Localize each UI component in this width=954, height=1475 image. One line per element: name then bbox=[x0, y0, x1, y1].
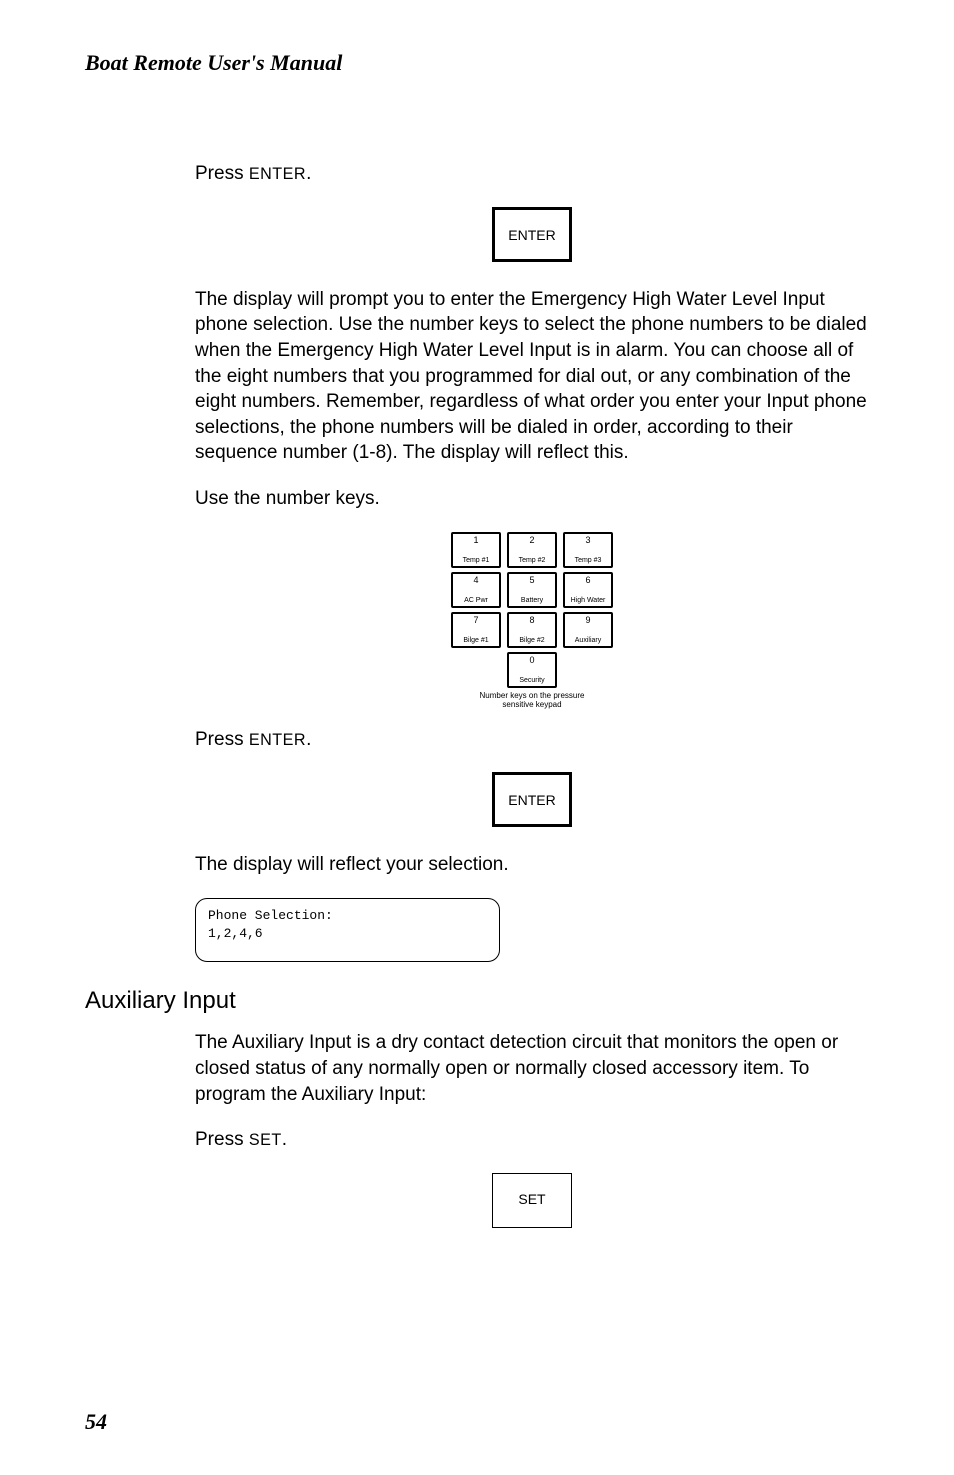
key-label: Temp #3 bbox=[565, 557, 611, 564]
keypad-row-1: 1 Temp #1 2 Temp #2 3 Temp #3 bbox=[451, 532, 613, 568]
lcd-line-2: 1,2,4,6 bbox=[208, 925, 487, 943]
key-6: 6 High Water bbox=[563, 572, 613, 608]
key-num: 4 bbox=[453, 576, 499, 585]
key-label: AC Pwr bbox=[453, 597, 499, 604]
key-name: SET bbox=[249, 1131, 282, 1149]
aux-content: The Auxiliary Input is a dry contact det… bbox=[195, 1030, 869, 1228]
key-9: 9 Auxiliary bbox=[563, 612, 613, 648]
key-label: Battery bbox=[509, 597, 555, 604]
key-name: ENTER bbox=[249, 165, 306, 183]
text: Press bbox=[195, 729, 249, 750]
keypad-row-3: 7 Bilge #1 8 Bilge #2 9 Auxiliary bbox=[451, 612, 613, 648]
key-num: 2 bbox=[509, 536, 555, 545]
text: Press bbox=[195, 163, 249, 184]
key-num: 7 bbox=[453, 616, 499, 625]
key-8: 8 Bilge #2 bbox=[507, 612, 557, 648]
lcd-line-1: Phone Selection: bbox=[208, 907, 487, 925]
press-enter-1: Press ENTER. bbox=[195, 161, 869, 187]
press-enter-2: Press ENTER. bbox=[195, 727, 869, 753]
page-number: 54 bbox=[85, 1409, 107, 1435]
key-5: 5 Battery bbox=[507, 572, 557, 608]
text: . bbox=[306, 729, 311, 750]
key-num: 6 bbox=[565, 576, 611, 585]
key-0: 0 Security bbox=[507, 652, 557, 688]
keypad-caption: Number keys on the pressure sensitive ke… bbox=[451, 692, 613, 710]
enter-button-graphic-1: ENTER bbox=[492, 207, 572, 262]
paragraph-emergency: The display will prompt you to enter the… bbox=[195, 287, 869, 466]
key-7: 7 Bilge #1 bbox=[451, 612, 501, 648]
key-num: 5 bbox=[509, 576, 555, 585]
use-number-keys: Use the number keys. bbox=[195, 486, 869, 512]
key-num: 9 bbox=[565, 616, 611, 625]
caption-line-2: sensitive keypad bbox=[502, 700, 561, 709]
page-header: Boat Remote User's Manual bbox=[85, 50, 869, 76]
caption-line-1: Number keys on the pressure bbox=[480, 691, 585, 700]
press-set: Press SET. bbox=[195, 1127, 869, 1153]
main-content: Press ENTER. ENTER The display will prom… bbox=[195, 161, 869, 962]
key-num: 1 bbox=[453, 536, 499, 545]
display-reflect: The display will reflect your selection. bbox=[195, 852, 869, 878]
section-auxiliary-input: Auxiliary Input bbox=[85, 987, 869, 1015]
lcd-display: Phone Selection: 1,2,4,6 bbox=[195, 898, 500, 962]
key-1: 1 Temp #1 bbox=[451, 532, 501, 568]
key-label: Temp #2 bbox=[509, 557, 555, 564]
keypad: 1 Temp #1 2 Temp #2 3 Temp #3 4 AC Pwr 5 Batt… bbox=[451, 532, 613, 710]
key-label: High Water bbox=[565, 597, 611, 604]
text: . bbox=[282, 1129, 287, 1150]
key-2: 2 Temp #2 bbox=[507, 532, 557, 568]
key-label: Bilge #1 bbox=[453, 637, 499, 644]
text: Press bbox=[195, 1129, 249, 1150]
keypad-figure: 1 Temp #1 2 Temp #2 3 Temp #3 4 AC Pwr 5 Batt… bbox=[195, 532, 869, 712]
key-label: Security bbox=[509, 677, 555, 684]
key-num: 0 bbox=[509, 656, 555, 665]
text: . bbox=[306, 163, 311, 184]
key-3: 3 Temp #3 bbox=[563, 532, 613, 568]
keypad-row-2: 4 AC Pwr 5 Battery 6 High Water bbox=[451, 572, 613, 608]
key-name: ENTER bbox=[249, 731, 306, 749]
key-num: 8 bbox=[509, 616, 555, 625]
set-button-graphic: SET bbox=[492, 1173, 572, 1228]
key-label: Bilge #2 bbox=[509, 637, 555, 644]
key-label: Temp #1 bbox=[453, 557, 499, 564]
key-label: Auxiliary bbox=[565, 637, 611, 644]
paragraph-auxiliary: The Auxiliary Input is a dry contact det… bbox=[195, 1030, 869, 1107]
keypad-row-4: 0 Security bbox=[451, 652, 613, 688]
enter-button-graphic-2: ENTER bbox=[492, 772, 572, 827]
key-num: 3 bbox=[565, 536, 611, 545]
key-4: 4 AC Pwr bbox=[451, 572, 501, 608]
